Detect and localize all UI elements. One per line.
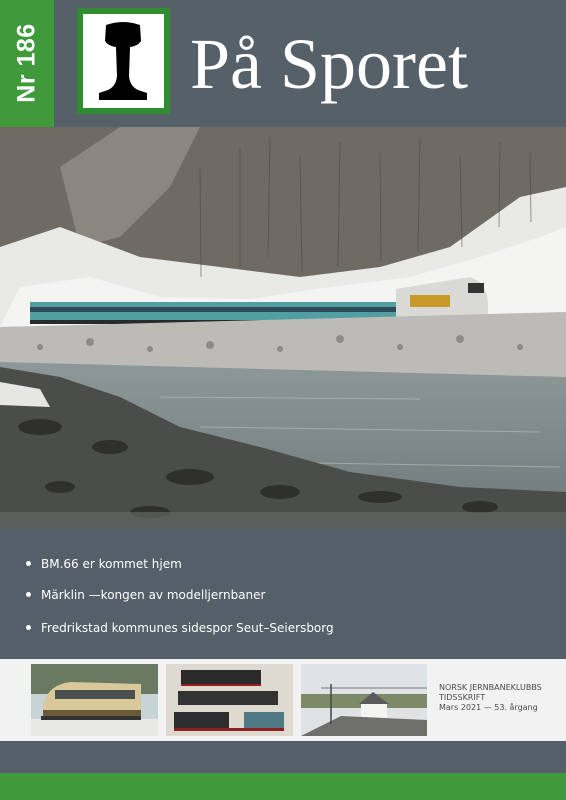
rail-profile-icon bbox=[99, 22, 147, 100]
cover-photo bbox=[0, 127, 566, 529]
issue-strip: Nr 186 bbox=[0, 0, 54, 127]
headline-list: BM.66 er kommet hjem Märklin —kongen av … bbox=[0, 529, 566, 659]
publisher-info: NORSK JERNBANEKLUBBS TIDSSKRIFT Mars 202… bbox=[439, 683, 542, 713]
logo bbox=[77, 8, 170, 114]
magazine-title: På Sporet bbox=[190, 24, 468, 104]
headline-item: Märklin —kongen av modelljernbaner bbox=[26, 588, 265, 602]
publisher-line: NORSK JERNBANEKLUBBS bbox=[439, 683, 542, 692]
lower-band bbox=[0, 741, 566, 773]
masthead: Nr 186 På Sporet bbox=[0, 0, 566, 127]
thumbnail-station bbox=[301, 664, 427, 736]
issue-number: Nr 186 bbox=[12, 23, 41, 103]
thumbnail-railcar bbox=[31, 664, 158, 736]
headline-item: BM.66 er kommet hjem bbox=[26, 557, 182, 571]
thumbnail-model-trains bbox=[166, 664, 293, 736]
headline-item: Fredrikstad kommunes sidespor Seut–Seier… bbox=[26, 621, 334, 635]
publisher-line: TIDSSKRIFT bbox=[439, 693, 486, 702]
issue-date: Mars 2021 — 53. årgang bbox=[439, 703, 538, 712]
bottom-stripe bbox=[0, 773, 566, 800]
